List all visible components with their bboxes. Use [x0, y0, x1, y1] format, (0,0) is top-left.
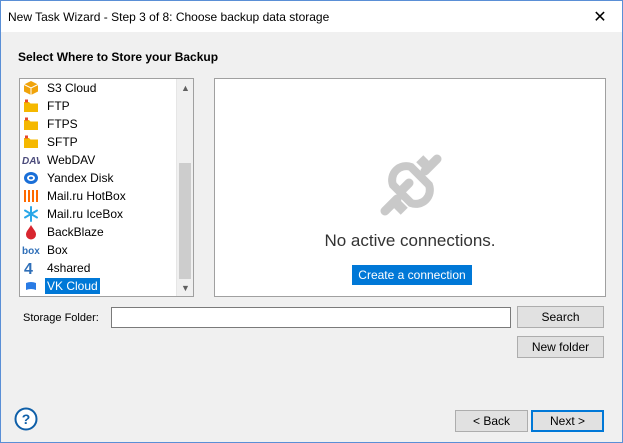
storage-item-yandex-disk[interactable]: Yandex Disk — [22, 169, 174, 187]
storage-item-label: VK Cloud — [45, 278, 100, 294]
hotbox-icon — [22, 188, 40, 204]
ftps-folder-icon — [22, 116, 40, 132]
search-button[interactable]: Search — [517, 306, 604, 328]
storage-list-items: S3 Cloud FTP FTPS SFTP DAV WebDAV Yandex Disk M… — [20, 79, 175, 296]
storage-item-label: 4shared — [47, 261, 91, 275]
storage-item-webdav[interactable]: DAV WebDAV — [22, 151, 174, 169]
next-button[interactable]: Next > — [531, 410, 604, 432]
storage-item-label: Box — [47, 243, 68, 257]
storage-folder-label: Storage Folder: — [23, 312, 99, 324]
close-button[interactable]: ✕ — [578, 1, 622, 32]
s3-cloud-icon — [22, 80, 40, 96]
vk-cloud-icon — [22, 278, 40, 294]
4shared-icon: 4 — [22, 260, 40, 276]
svg-text:4: 4 — [24, 261, 33, 276]
storage-list-scrollbar[interactable]: ▲ ▼ — [176, 79, 193, 296]
storage-item-backblaze[interactable]: BackBlaze — [22, 223, 174, 241]
webdav-icon: DAV — [22, 152, 40, 168]
connections-panel: No active connections. Create a connecti… — [214, 78, 606, 297]
storage-item-sftp[interactable]: SFTP — [22, 133, 174, 151]
create-connection-button[interactable]: Create a connection — [352, 265, 472, 285]
storage-item-label: Yandex Disk — [47, 171, 114, 185]
svg-text:?: ? — [22, 411, 31, 427]
chevron-down-icon: ▼ — [181, 282, 190, 293]
backblaze-icon — [22, 224, 40, 240]
storage-item-label: BackBlaze — [47, 225, 104, 239]
storage-folder-input[interactable] — [111, 307, 511, 328]
section-title: Select Where to Store your Backup — [18, 50, 219, 64]
close-icon: ✕ — [593, 8, 607, 26]
svg-text:DAV: DAV — [22, 156, 40, 167]
scrollbar-thumb[interactable] — [179, 163, 191, 279]
svg-text:box: box — [22, 246, 40, 257]
yandex-disk-icon — [22, 170, 40, 186]
wizard-window: New Task Wizard - Step 3 of 8: Choose ba… — [0, 0, 623, 443]
storage-item-box[interactable]: box Box — [22, 241, 174, 259]
title-bar: New Task Wizard - Step 3 of 8: Choose ba… — [1, 1, 622, 32]
help-icon[interactable]: ? — [14, 407, 38, 431]
storage-item-4shared[interactable]: 4 4shared — [22, 259, 174, 277]
storage-item-label: SFTP — [47, 135, 78, 149]
new-folder-button[interactable]: New folder — [517, 336, 604, 358]
storage-item-label: S3 Cloud — [47, 81, 97, 95]
storage-list[interactable]: S3 Cloud FTP FTPS SFTP DAV WebDAV Yandex Disk M… — [19, 78, 194, 297]
storage-item-mail-ru-hotbox[interactable]: Mail.ru HotBox — [22, 187, 174, 205]
sftp-folder-icon — [22, 134, 40, 150]
chevron-up-icon: ▲ — [181, 82, 190, 93]
storage-item-vk-cloud[interactable]: VK Cloud — [22, 277, 174, 295]
storage-item-s3-cloud[interactable]: S3 Cloud — [22, 79, 174, 97]
back-button[interactable]: < Back — [455, 410, 528, 432]
scroll-up-button[interactable]: ▲ — [177, 79, 193, 96]
storage-item-ftp[interactable]: FTP — [22, 97, 174, 115]
storage-item-label: Mail.ru HotBox — [47, 189, 126, 203]
storage-item-ftps[interactable]: FTPS — [22, 115, 174, 133]
storage-item-label: FTP — [47, 99, 70, 113]
ftp-folder-icon — [22, 98, 40, 114]
storage-item-label: WebDAV — [47, 153, 96, 167]
storage-item-label: FTPS — [47, 117, 78, 131]
storage-item-label: Mail.ru IceBox — [47, 207, 124, 221]
storage-item-mail-ru-icebox[interactable]: Mail.ru IceBox — [22, 205, 174, 223]
no-connections-text: No active connections. — [324, 231, 496, 250]
icebox-icon — [22, 206, 40, 222]
plug-icon — [380, 154, 442, 216]
window-title: New Task Wizard - Step 3 of 8: Choose ba… — [8, 10, 330, 24]
box-icon: box — [22, 242, 40, 258]
scroll-down-button[interactable]: ▼ — [177, 279, 193, 296]
